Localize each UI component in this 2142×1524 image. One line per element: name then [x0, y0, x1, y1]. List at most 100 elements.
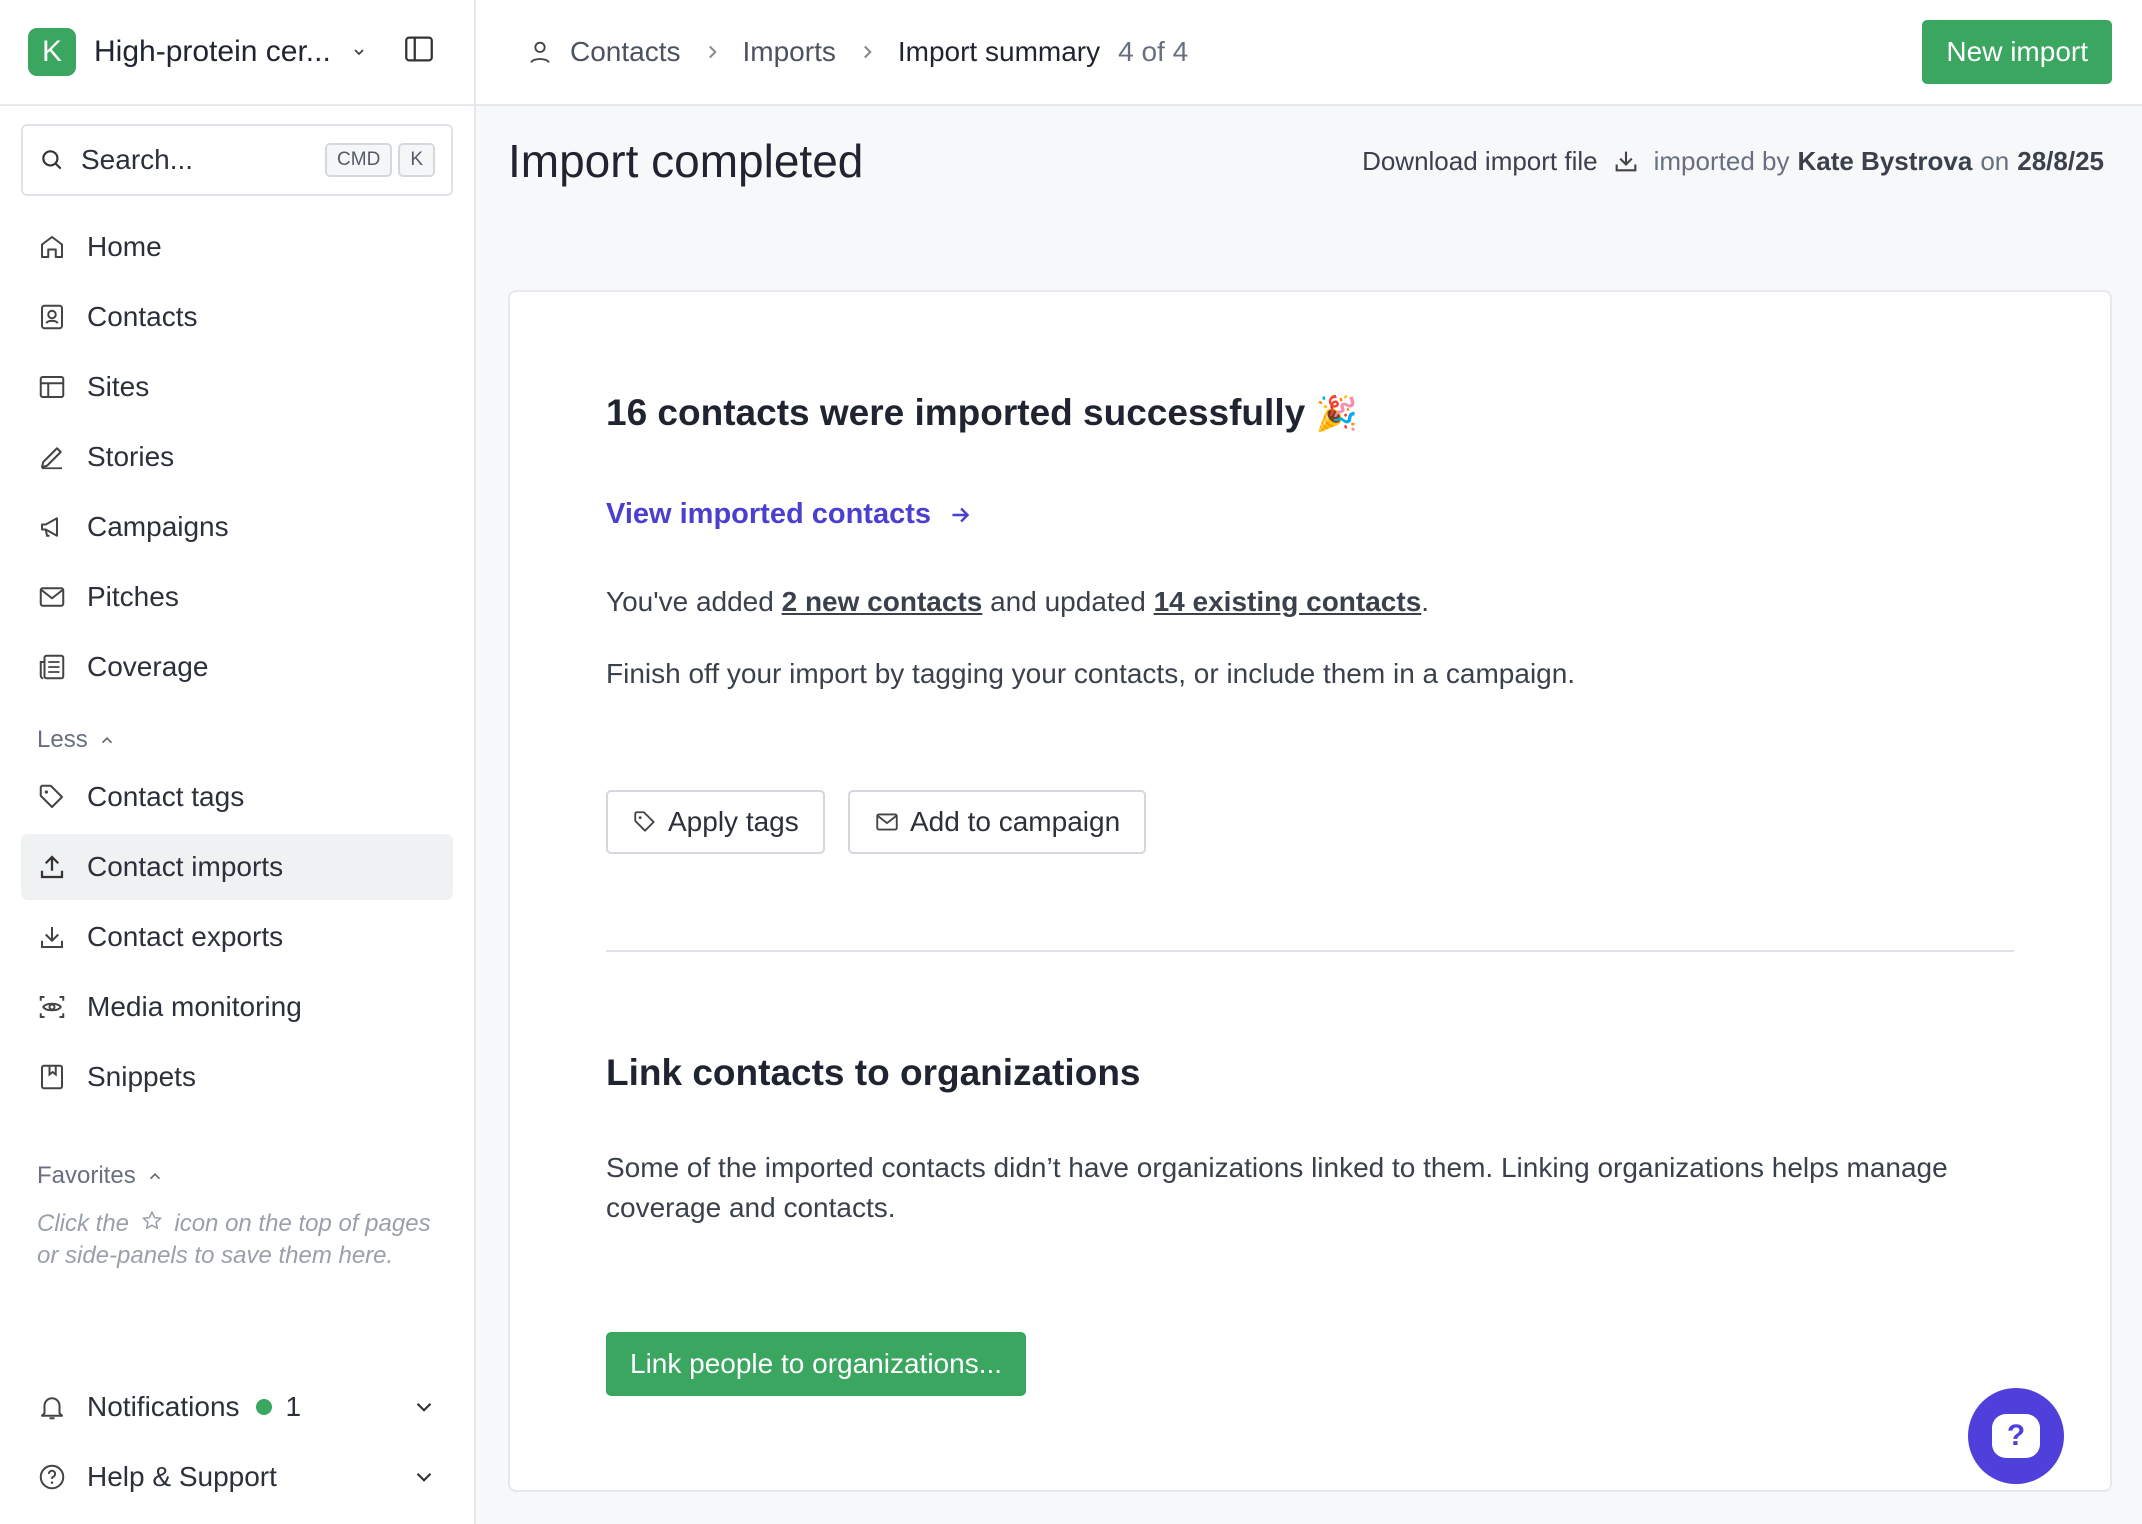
star-icon — [142, 1211, 162, 1230]
person-icon — [530, 41, 550, 64]
search-placeholder: Search... — [81, 144, 194, 175]
section-divider — [606, 950, 2014, 952]
sidebar-item-label: Stories — [87, 441, 175, 472]
sentence-period: . — [1421, 586, 1430, 617]
help-support-item[interactable]: Help & Support — [21, 1444, 453, 1510]
pen-icon — [41, 447, 62, 470]
megaphone-icon — [41, 517, 58, 537]
chevron-down-icon — [354, 49, 364, 56]
link-section-body: Some of the imported contacts didn’t hav… — [606, 1152, 1948, 1223]
breadcrumb-contacts[interactable]: Contacts — [526, 36, 681, 68]
sidebar-item-label: Contact tags — [87, 781, 245, 812]
sidebar-item-contact-tags[interactable]: Contact tags — [21, 764, 453, 830]
imported-by-prefix: imported by — [1653, 145, 1790, 176]
tag-icon — [39, 784, 63, 808]
help-support-label: Help & Support — [87, 1461, 277, 1492]
sidebar-item-label: Contacts — [87, 301, 198, 332]
sidebar-item-contact-exports[interactable]: Contact exports — [21, 904, 453, 970]
view-imported-contacts-link[interactable]: View imported contacts — [606, 498, 973, 531]
sidebar-item-stories[interactable]: Stories — [21, 424, 453, 490]
favorites-toggle[interactable]: Favorites — [37, 1158, 474, 1194]
chevron-down-icon[interactable] — [411, 1394, 437, 1420]
favorites-empty-hint: Click the icon on the top of pages or si… — [37, 1208, 437, 1272]
eye-scan-icon — [39, 996, 65, 1018]
added-prefix: You've added — [606, 586, 774, 617]
top-bar: Contacts Imports Import summary 4 of 4 N… — [476, 0, 2142, 106]
chevron-up-icon — [149, 1173, 160, 1180]
sidebar-item-snippets[interactable]: Snippets — [21, 1044, 453, 1110]
sidebar-item-label: Pitches — [87, 581, 179, 612]
page-header: Import completed Download import file im… — [476, 116, 2142, 206]
import-date: 28/8/25 — [2017, 145, 2104, 176]
breadcrumb-current: Import summary — [897, 36, 1101, 67]
sidebar-item-label: Contact imports — [87, 851, 284, 882]
page-title: Import completed — [508, 135, 864, 187]
sidebar-item-label: Snippets — [87, 1061, 196, 1092]
sidebar-item-media-monitoring[interactable]: Media monitoring — [21, 974, 453, 1040]
apply-tags-label: Apply tags — [668, 806, 799, 837]
newspaper-icon — [39, 654, 65, 680]
layout-icon — [39, 376, 65, 398]
sidebar-item-label: Coverage — [87, 651, 209, 682]
sidebar-item-label: Contact exports — [87, 921, 284, 952]
question-circle-icon — [39, 1464, 65, 1490]
add-to-campaign-label: Add to campaign — [910, 806, 1121, 837]
search-input[interactable]: Search... CMD K — [21, 124, 453, 196]
sidebar: K High-protein cer... Search... CMD K Ho… — [0, 0, 476, 1524]
sidebar-item-label: Home — [87, 231, 162, 262]
imported-by-name: Kate Bystrova — [1797, 145, 1973, 176]
download-icon — [41, 927, 63, 948]
notification-status-dot — [255, 1399, 272, 1415]
main-content: Contacts Imports Import summary 4 of 4 N… — [476, 0, 2142, 1524]
import-result-text: You've added 2 new contacts and updated … — [606, 582, 1429, 622]
contact-card-icon — [41, 304, 63, 330]
sidebar-item-contacts[interactable]: Contacts — [21, 284, 453, 350]
import-summary-card: 16 contacts were imported successfully 🎉… — [508, 290, 2112, 1492]
sidebar-toggle-icon[interactable] — [402, 32, 436, 66]
download-import-file-link[interactable]: Download import file — [1362, 146, 1598, 177]
sidebar-item-home[interactable]: Home — [21, 214, 453, 280]
notifications-item[interactable]: Notifications 1 — [21, 1374, 453, 1440]
sidebar-item-coverage[interactable]: Coverage — [21, 634, 453, 700]
sidebar-item-contact-imports[interactable]: Contact imports — [21, 834, 453, 900]
link-people-to-organizations-button[interactable]: Link people to organizations... — [606, 1332, 1027, 1396]
on-word: on — [1980, 145, 2010, 176]
party-popper-icon: 🎉 — [1315, 395, 1358, 433]
sidebar-item-pitches[interactable]: Pitches — [21, 564, 453, 630]
favorites-hint-before: Click the — [37, 1210, 130, 1237]
less-toggle[interactable]: Less — [37, 722, 474, 758]
search-icon — [42, 150, 62, 170]
apply-tags-button[interactable]: Apply tags — [606, 790, 825, 854]
chevron-down-icon[interactable] — [411, 1464, 437, 1490]
breadcrumb-imports[interactable]: Imports — [743, 36, 836, 68]
sidebar-bottom: Notifications 1 Help & Support — [0, 1370, 474, 1514]
bell-icon — [41, 1397, 63, 1420]
tag-icon — [634, 811, 655, 832]
download-icon[interactable] — [1612, 147, 1640, 175]
sidebar-item-label: Campaigns — [87, 511, 229, 542]
new-contacts-link[interactable]: 2 new contacts — [782, 586, 983, 617]
chevron-up-icon — [101, 737, 112, 744]
breadcrumb-label: Contacts — [570, 36, 681, 67]
chevron-right-icon — [863, 45, 872, 59]
help-bubble-icon: ? — [1992, 1414, 2040, 1458]
new-import-button[interactable]: New import — [1922, 20, 2112, 84]
workspace-name: High-protein cer... — [94, 35, 331, 68]
favorites-label: Favorites — [37, 1162, 136, 1189]
success-heading: 16 contacts were imported successfully 🎉 — [606, 392, 1358, 434]
sidebar-item-label: Media monitoring — [87, 991, 302, 1022]
step-counter: 4 of 4 — [1118, 36, 1189, 67]
help-chat-button[interactable]: ? — [1968, 1388, 2064, 1484]
sidebar-item-campaigns[interactable]: Campaigns — [21, 494, 453, 560]
success-heading-text: 16 contacts were imported successfully — [606, 392, 1306, 433]
bookmark-icon — [41, 1064, 63, 1090]
add-to-campaign-button[interactable]: Add to campaign — [848, 790, 1147, 854]
shortcut-key-cmd: CMD — [325, 143, 393, 177]
notifications-label: Notifications — [87, 1391, 240, 1422]
sidebar-item-sites[interactable]: Sites — [21, 354, 453, 420]
existing-contacts-link[interactable]: 14 existing contacts — [1154, 586, 1422, 617]
mail-icon — [39, 587, 65, 607]
updated-word: and updated — [990, 586, 1146, 617]
upload-icon — [40, 855, 64, 879]
home-icon — [41, 236, 63, 258]
